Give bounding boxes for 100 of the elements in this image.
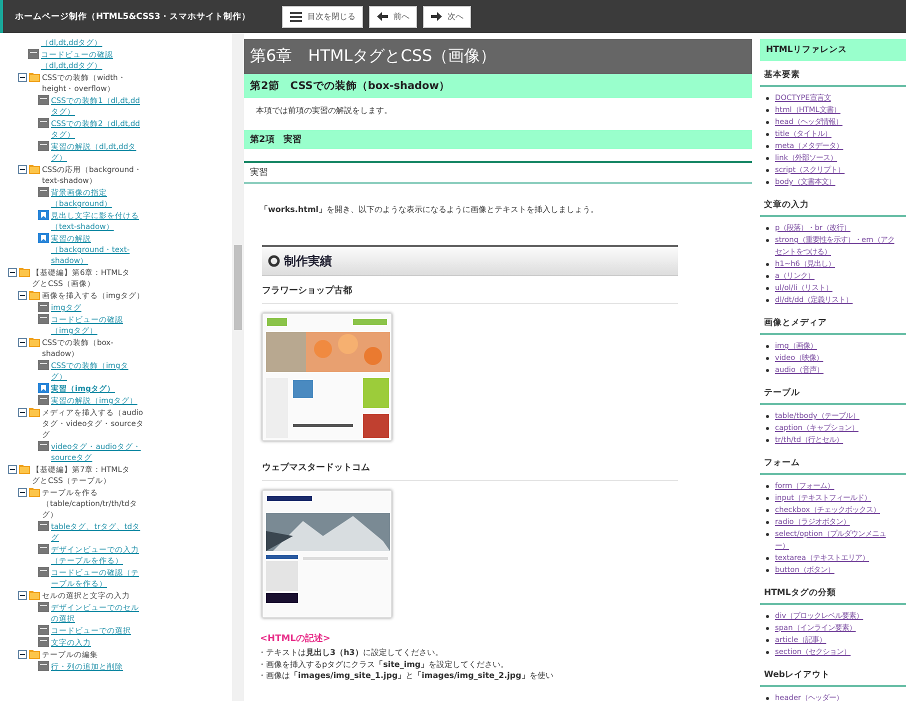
page-icon bbox=[38, 395, 49, 405]
folder-icon bbox=[29, 487, 40, 497]
bullet-icon bbox=[766, 369, 769, 372]
collapse-icon[interactable] bbox=[18, 650, 27, 659]
bullet-icon bbox=[766, 145, 769, 148]
bullet-icon bbox=[766, 169, 769, 172]
page-icon bbox=[38, 360, 49, 370]
page-icon bbox=[38, 118, 49, 128]
note-text: ・テキストは見出し3（h3）に設定してください。 bbox=[257, 647, 444, 658]
collapse-icon[interactable] bbox=[18, 338, 27, 347]
bullet-icon bbox=[766, 415, 769, 418]
bullet-icon bbox=[766, 651, 769, 654]
page-icon bbox=[38, 314, 49, 324]
bullet-icon bbox=[766, 239, 769, 242]
page-icon bbox=[38, 567, 49, 577]
bullet-icon bbox=[766, 227, 769, 230]
bookmark-page-icon bbox=[38, 210, 49, 220]
bullet-icon bbox=[766, 627, 769, 630]
app-title: ホームページ制作（HTML5&CSS3・スマホサイト制作） bbox=[15, 10, 250, 22]
chapter-title: 第6章 HTMLタグとCSS（画像） bbox=[244, 39, 752, 74]
bullet-icon bbox=[766, 275, 769, 278]
reference-heading: テーブル bbox=[760, 379, 906, 405]
page-icon bbox=[38, 302, 49, 312]
page-icon bbox=[38, 141, 49, 151]
bullet-icon bbox=[766, 299, 769, 302]
collapse-icon[interactable] bbox=[18, 165, 27, 174]
exercise-label: 実習 bbox=[244, 161, 752, 184]
folder-icon bbox=[29, 337, 40, 347]
bullet-icon bbox=[766, 181, 769, 184]
ring-icon bbox=[268, 255, 280, 267]
arrow-left-icon bbox=[377, 12, 388, 21]
bullet-icon bbox=[766, 557, 769, 560]
bullet-icon bbox=[766, 263, 769, 266]
bookmark-page-icon bbox=[38, 383, 49, 393]
bullet-icon bbox=[766, 357, 769, 360]
page-icon bbox=[38, 441, 49, 451]
bullet-icon bbox=[766, 509, 769, 512]
bullet-icon bbox=[766, 157, 769, 160]
list-icon bbox=[290, 12, 302, 22]
section-heading: 第2節 CSSでの装飾（box-shadow） bbox=[244, 74, 752, 98]
folder-icon bbox=[29, 407, 40, 417]
bullet-icon bbox=[766, 121, 769, 124]
arrow-right-icon bbox=[431, 12, 442, 21]
reference-heading: HTMLタグの分類 bbox=[760, 579, 906, 605]
bullet-icon bbox=[766, 439, 769, 442]
folder-icon bbox=[29, 72, 40, 82]
bullet-icon bbox=[766, 485, 769, 488]
instruction-text: 「works.html」を開き、以下のような表示になるように画像とテキストを挿入しましょう。 bbox=[259, 204, 600, 215]
collapse-icon[interactable] bbox=[18, 408, 27, 417]
bullet-icon bbox=[766, 497, 769, 500]
next-button[interactable]: 次へ bbox=[423, 6, 472, 28]
page-icon bbox=[38, 625, 49, 635]
bullet-icon bbox=[766, 569, 769, 572]
collapse-icon[interactable] bbox=[18, 73, 27, 82]
folder-icon bbox=[29, 590, 40, 600]
bookmark-page-icon bbox=[38, 233, 49, 243]
reference-heading: 基本要素 bbox=[760, 61, 906, 87]
collapse-icon[interactable] bbox=[18, 291, 27, 300]
reference-heading: フォーム bbox=[760, 449, 906, 475]
prev-button[interactable]: 前へ bbox=[369, 6, 418, 28]
bullet-icon bbox=[766, 287, 769, 290]
note-text: ・画像は「images/img_site_1.jpg」と「images/img_site_2.jpg」を使い bbox=[257, 670, 554, 682]
sample-heading: 制作実績 bbox=[284, 252, 332, 270]
page-icon bbox=[38, 521, 49, 531]
page-icon bbox=[38, 661, 49, 671]
page-icon bbox=[38, 187, 49, 197]
page-icon bbox=[38, 544, 49, 554]
reference-heading: 文章の入力 bbox=[760, 191, 906, 217]
collapse-icon[interactable] bbox=[18, 488, 27, 497]
code-heading: <HTMLの記述> bbox=[259, 632, 332, 645]
page-icon bbox=[38, 637, 49, 647]
reference-title: HTMLリファレンス bbox=[760, 39, 906, 61]
bullet-icon bbox=[766, 521, 769, 524]
work-title: ウェブマスタードットコム bbox=[262, 459, 678, 481]
scrollbar[interactable] bbox=[232, 33, 244, 701]
collapse-icon[interactable] bbox=[8, 268, 17, 277]
folder-icon bbox=[29, 649, 40, 659]
collapse-icon[interactable] bbox=[18, 591, 27, 600]
page-icon bbox=[38, 602, 49, 612]
reference-heading: Webレイアウト bbox=[760, 661, 906, 687]
folder-icon bbox=[19, 267, 30, 277]
folder-icon bbox=[29, 164, 40, 174]
page-icon bbox=[38, 95, 49, 105]
bullet-icon bbox=[766, 133, 769, 136]
bullet-icon bbox=[766, 533, 769, 536]
bullet-icon bbox=[766, 97, 769, 100]
bullet-icon bbox=[766, 615, 769, 618]
folder-icon bbox=[19, 464, 30, 474]
bullet-icon bbox=[766, 639, 769, 642]
item-heading: 第2項 実習 bbox=[244, 130, 752, 149]
reference-heading: 画像とメディア bbox=[760, 309, 906, 335]
bullet-icon bbox=[766, 345, 769, 348]
note-text: ・画像を挿入するpタグにクラス「site_img」を設定してください。 bbox=[257, 658, 510, 670]
toc-button[interactable]: 目次を閉じる bbox=[282, 6, 364, 28]
page-icon bbox=[28, 49, 39, 59]
work-title: フラワーショップ古都 bbox=[262, 282, 678, 304]
bullet-icon bbox=[766, 697, 769, 700]
collapse-icon[interactable] bbox=[8, 465, 17, 474]
folder-icon bbox=[29, 290, 40, 300]
bullet-icon bbox=[766, 109, 769, 112]
